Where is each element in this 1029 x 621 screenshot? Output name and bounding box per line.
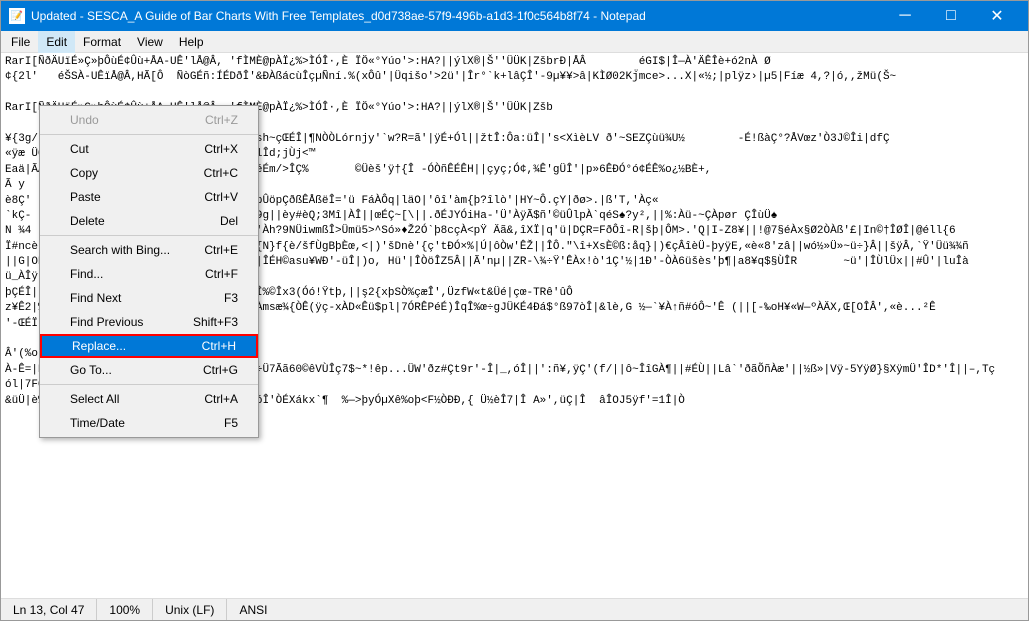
menu-item-bing[interactable]: Search with Bing... Ctrl+E [40, 238, 258, 262]
zoom-level: 100% [97, 599, 153, 620]
close-button[interactable]: ✕ [974, 1, 1020, 31]
menu-help[interactable]: Help [171, 31, 212, 53]
menu-item-paste[interactable]: Paste Ctrl+V [40, 185, 258, 209]
menu-format[interactable]: Format [75, 31, 129, 53]
goto-shortcut: Ctrl+G [183, 363, 238, 377]
encoding: ANSI [227, 599, 279, 620]
title-bar: 📝 Updated - SESCA_A Guide of Bar Charts … [1, 1, 1028, 31]
copy-shortcut: Ctrl+C [184, 166, 238, 180]
select-all-shortcut: Ctrl+A [184, 392, 238, 406]
edit-dropdown: Undo Ctrl+Z Cut Ctrl+X Copy Ctrl+C Paste… [39, 105, 259, 438]
time-date-label: Time/Date [70, 416, 125, 430]
status-bar: Ln 13, Col 47 100% Unix (LF) ANSI [1, 598, 1028, 620]
find-next-shortcut: F3 [204, 291, 238, 305]
bing-shortcut: Ctrl+E [184, 243, 238, 257]
time-date-shortcut: F5 [204, 416, 238, 430]
menu-item-time-date[interactable]: Time/Date F5 [40, 411, 258, 435]
delete-label: Delete [70, 214, 105, 228]
goto-label: Go To... [70, 363, 112, 377]
separator-1 [40, 134, 258, 135]
cut-label: Cut [70, 142, 89, 156]
menu-item-delete[interactable]: Delete Del [40, 209, 258, 233]
notepad-icon: 📝 [9, 8, 25, 24]
cut-shortcut: Ctrl+X [184, 142, 238, 156]
edit-menu-dropdown: Undo Ctrl+Z Cut Ctrl+X Copy Ctrl+C Paste… [39, 105, 259, 438]
replace-label: Replace... [72, 339, 126, 353]
replace-shortcut: Ctrl+H [182, 339, 236, 353]
menu-item-copy[interactable]: Copy Ctrl+C [40, 161, 258, 185]
window-controls: ─ □ ✕ [882, 1, 1020, 31]
title-bar-left: 📝 Updated - SESCA_A Guide of Bar Charts … [9, 8, 646, 24]
cursor-position: Ln 13, Col 47 [1, 599, 97, 620]
menu-item-goto[interactable]: Go To... Ctrl+G [40, 358, 258, 382]
separator-3 [40, 384, 258, 385]
copy-label: Copy [70, 166, 98, 180]
bing-label: Search with Bing... [70, 243, 170, 257]
find-next-label: Find Next [70, 291, 121, 305]
minimize-button[interactable]: ─ [882, 1, 928, 31]
separator-2 [40, 235, 258, 236]
delete-shortcut: Del [200, 214, 238, 228]
find-shortcut: Ctrl+F [185, 267, 238, 281]
undo-shortcut: Ctrl+Z [185, 113, 238, 127]
window-title: Updated - SESCA_A Guide of Bar Charts Wi… [31, 9, 646, 23]
menu-item-cut[interactable]: Cut Ctrl+X [40, 137, 258, 161]
menu-item-replace[interactable]: Replace... Ctrl+H [40, 334, 258, 358]
paste-label: Paste [70, 190, 101, 204]
menu-view[interactable]: View [129, 31, 171, 53]
find-prev-label: Find Previous [70, 315, 143, 329]
notepad-window: 📝 Updated - SESCA_A Guide of Bar Charts … [0, 0, 1029, 621]
menu-item-find-next[interactable]: Find Next F3 [40, 286, 258, 310]
menu-bar: File Edit Format View Help [1, 31, 1028, 53]
menu-edit[interactable]: Edit [38, 31, 75, 53]
undo-label: Undo [70, 113, 99, 127]
paste-shortcut: Ctrl+V [184, 190, 238, 204]
menu-item-select-all[interactable]: Select All Ctrl+A [40, 387, 258, 411]
menu-item-find[interactable]: Find... Ctrl+F [40, 262, 258, 286]
menu-file[interactable]: File [3, 31, 38, 53]
maximize-button[interactable]: □ [928, 1, 974, 31]
find-label: Find... [70, 267, 103, 281]
menu-item-undo[interactable]: Undo Ctrl+Z [40, 108, 258, 132]
find-prev-shortcut: Shift+F3 [173, 315, 238, 329]
menu-item-find-prev[interactable]: Find Previous Shift+F3 [40, 310, 258, 334]
line-ending: Unix (LF) [153, 599, 227, 620]
select-all-label: Select All [70, 392, 119, 406]
